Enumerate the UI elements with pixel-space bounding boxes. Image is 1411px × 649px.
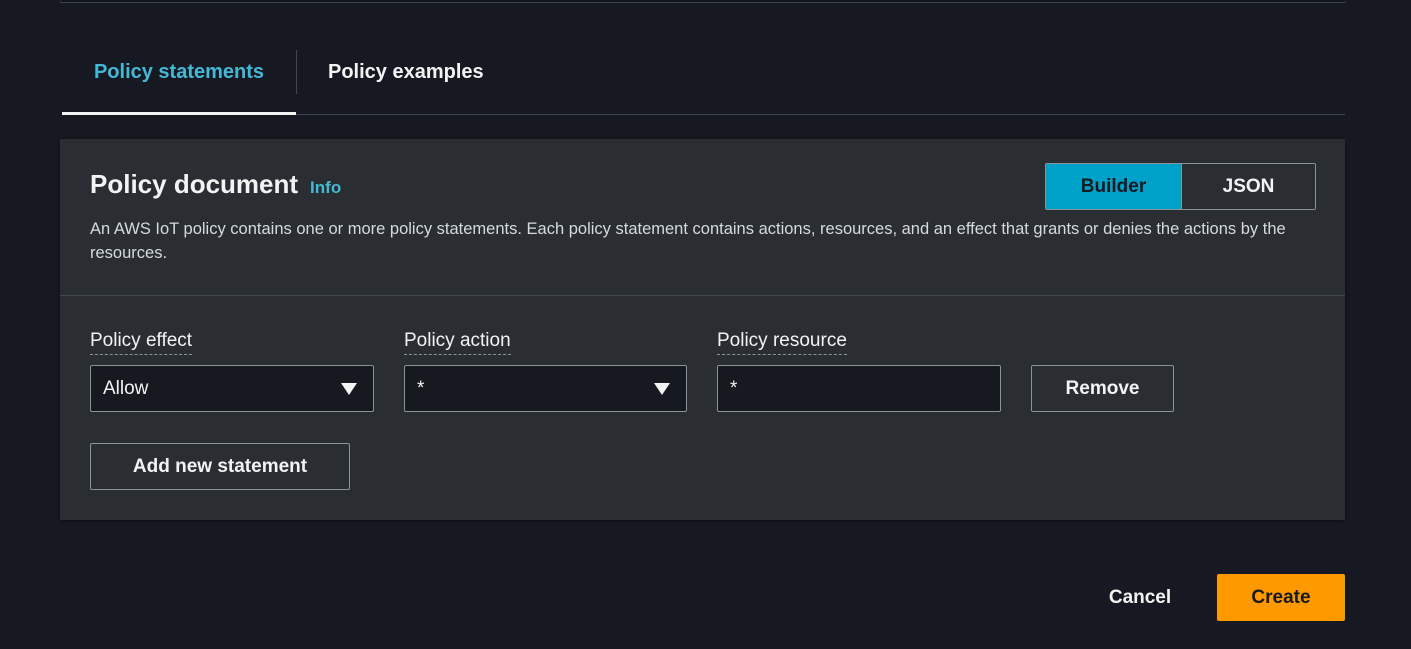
panel-title: Policy document — [90, 169, 299, 199]
previous-container-edge — [60, 0, 1346, 3]
policy-document-header: Policy document Info An AWS IoT policy c… — [60, 139, 1345, 296]
create-button[interactable]: Create — [1217, 574, 1345, 621]
panel-title-row: Policy document Info — [90, 169, 341, 200]
policy-action-select[interactable]: * — [404, 365, 687, 412]
panel-description: An AWS IoT policy contains one or more p… — [90, 220, 1286, 262]
policy-action-value: * — [417, 377, 425, 399]
policy-resource-value: * — [730, 377, 738, 399]
builder-json-toggle: Builder JSON — [1045, 163, 1316, 210]
policy-action-label: Policy action — [404, 329, 511, 355]
policy-resource-input[interactable]: * — [717, 365, 1001, 412]
caret-down-icon — [341, 383, 357, 395]
caret-down-icon — [654, 383, 670, 395]
info-link[interactable]: Info — [310, 178, 341, 198]
tab-policy-examples[interactable]: Policy examples — [328, 30, 484, 114]
policy-effect-value: Allow — [103, 377, 149, 399]
add-new-statement-button[interactable]: Add new statement — [90, 443, 350, 490]
json-button[interactable]: JSON — [1182, 164, 1315, 209]
policy-effect-label: Policy effect — [90, 329, 193, 355]
cancel-button[interactable]: Cancel — [1092, 574, 1188, 621]
policy-tabs: Policy statements Policy examples — [62, 30, 1345, 115]
policy-document-panel: Policy document Info An AWS IoT policy c… — [60, 139, 1345, 520]
policy-resource-label: Policy resource — [717, 329, 847, 355]
policy-effect-select[interactable]: Allow — [90, 365, 374, 412]
tab-divider — [296, 50, 297, 94]
builder-button[interactable]: Builder — [1046, 164, 1182, 209]
tab-policy-statements[interactable]: Policy statements — [62, 30, 296, 115]
remove-statement-button[interactable]: Remove — [1031, 365, 1174, 412]
